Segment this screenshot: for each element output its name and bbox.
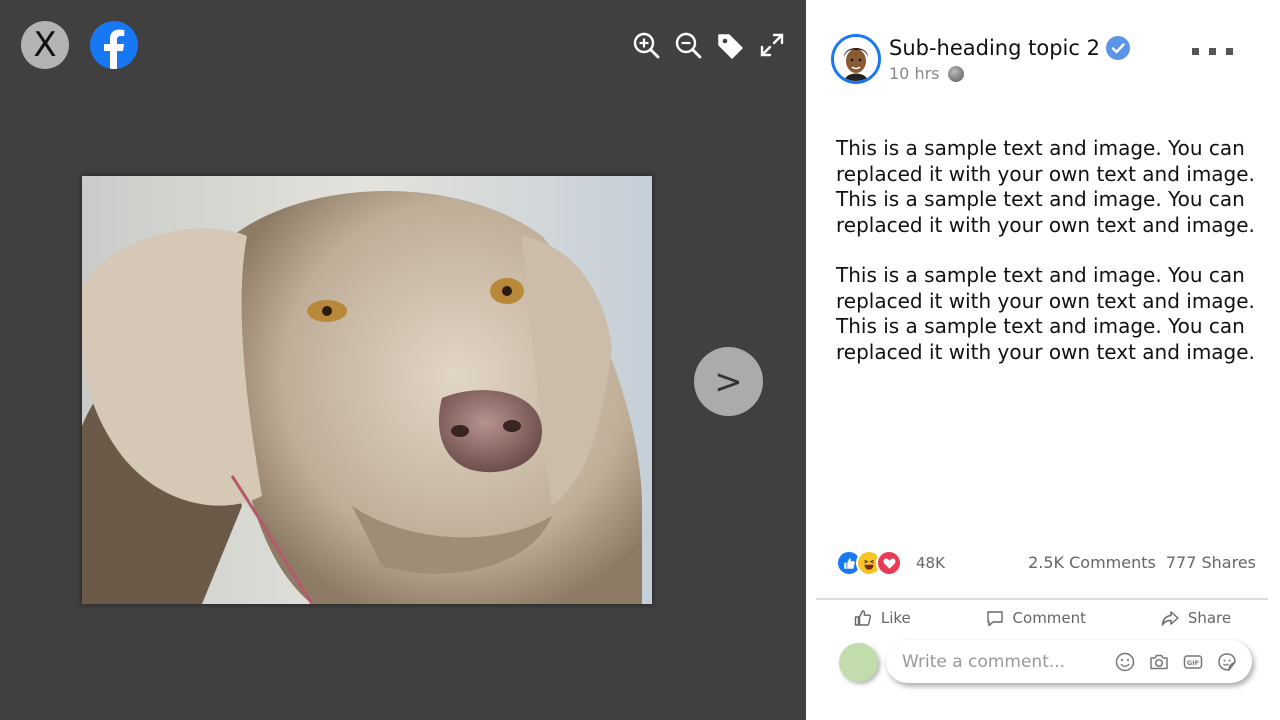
- comment-input[interactable]: [902, 651, 1114, 672]
- globe-icon: [947, 65, 964, 82]
- share-icon: [1161, 611, 1179, 626]
- sticker-icon[interactable]: [1216, 651, 1238, 673]
- post-paragraph: This is a sample text and image. You can…: [836, 263, 1255, 364]
- zoom-out-icon[interactable]: [674, 30, 702, 60]
- post-paragraph: This is a sample text and image. You can…: [836, 136, 1255, 237]
- viewer-toolbar: [632, 30, 786, 60]
- camera-icon[interactable]: [1148, 651, 1170, 673]
- like-button[interactable]: Like: [845, 606, 919, 630]
- comment-count[interactable]: 2.5K Comments: [1028, 553, 1156, 572]
- post-body: This is a sample text and image. You can…: [836, 136, 1256, 390]
- facebook-logo-icon[interactable]: [90, 21, 138, 69]
- post-actions: Like Comment Share: [816, 606, 1268, 630]
- comment-icon: [986, 611, 1003, 627]
- avatar[interactable]: [831, 34, 881, 84]
- emoji-icon[interactable]: [1114, 651, 1136, 673]
- gif-icon[interactable]: GIF: [1182, 651, 1204, 673]
- svg-text:GIF: GIF: [1187, 659, 1199, 667]
- more-options-icon[interactable]: [1192, 48, 1233, 55]
- close-label: X: [33, 25, 57, 65]
- tag-icon[interactable]: [716, 30, 744, 60]
- comment-button[interactable]: Comment: [977, 606, 1095, 630]
- post-stats: 2.5K Comments 777 Shares: [1028, 553, 1256, 572]
- share-count[interactable]: 777 Shares: [1166, 553, 1256, 572]
- divider: [816, 598, 1268, 600]
- comment-box: GIF: [886, 640, 1252, 683]
- post-title[interactable]: Sub-heading topic 2: [889, 36, 1130, 60]
- post-photo[interactable]: [82, 176, 652, 604]
- zoom-in-icon[interactable]: [632, 30, 660, 60]
- reaction-summary[interactable]: 48K: [836, 550, 945, 576]
- share-label: Share: [1187, 609, 1232, 627]
- share-button[interactable]: Share: [1152, 606, 1239, 630]
- commenter-avatar: [839, 643, 878, 682]
- post-timestamp: 10 hrs: [889, 64, 964, 83]
- next-photo-button[interactable]: >: [694, 347, 763, 416]
- comment-tools: GIF: [1114, 651, 1238, 673]
- post-time-text: 10 hrs: [889, 64, 940, 83]
- comment-label: Comment: [1012, 609, 1087, 627]
- thumbs-up-icon: [854, 610, 871, 626]
- verified-icon: [1105, 36, 1130, 60]
- post-title-text: Sub-heading topic 2: [889, 36, 1100, 60]
- next-label: >: [714, 361, 743, 402]
- reaction-count: 48K: [916, 554, 945, 572]
- photo-viewer: X >: [0, 0, 806, 720]
- fullscreen-icon[interactable]: [758, 30, 786, 60]
- post-panel: Sub-heading topic 2 10 hrs This is a sam…: [806, 0, 1280, 720]
- love-reaction-icon: [876, 550, 902, 576]
- like-label: Like: [880, 609, 911, 627]
- close-button[interactable]: X: [21, 21, 69, 69]
